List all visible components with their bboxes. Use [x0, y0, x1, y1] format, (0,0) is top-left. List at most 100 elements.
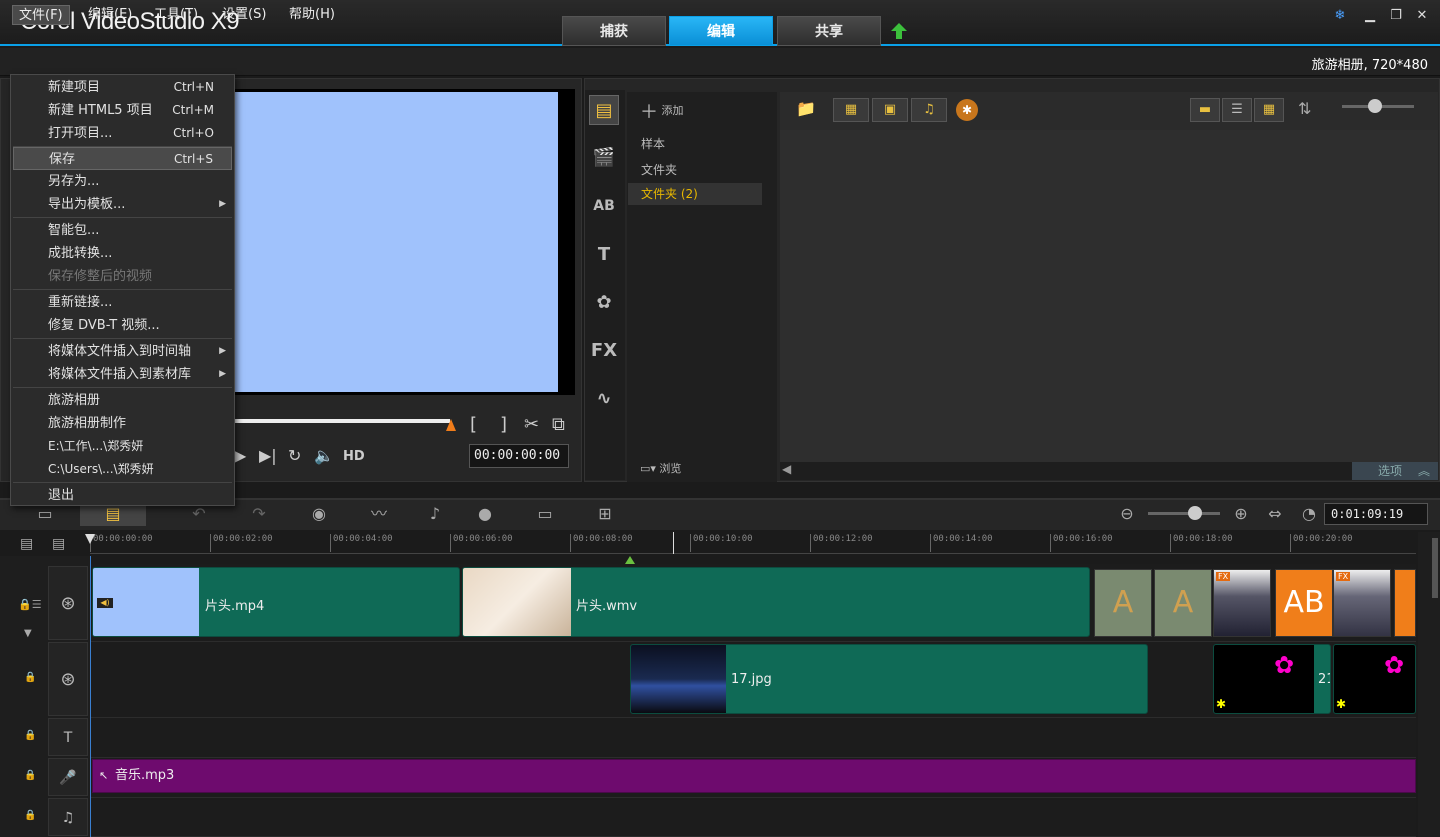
timeline-zoom-knob[interactable] — [1188, 506, 1202, 520]
title-track[interactable] — [90, 718, 1416, 758]
menu-item-export-template[interactable]: 导出为模板... ▶ — [13, 193, 232, 216]
snowflake-icon[interactable]: ❄ — [1330, 8, 1350, 24]
options-button[interactable]: 选项 ︽ — [1352, 462, 1438, 480]
hd-button[interactable]: HD — [343, 449, 365, 464]
title-track-header[interactable]: T — [48, 718, 88, 756]
menu-settings[interactable]: 设置(S) — [216, 5, 272, 25]
close-icon[interactable]: ✕ — [1412, 8, 1432, 24]
split-icon[interactable]: ✂ — [524, 414, 539, 435]
video-track-header[interactable]: ⊛ — [48, 566, 88, 640]
folder-item[interactable]: 文件夹 — [628, 159, 762, 181]
scroll-thumb[interactable] — [1432, 538, 1438, 598]
overlay-track-header[interactable]: ⊛ — [48, 642, 88, 716]
folder-item-selected[interactable]: 文件夹 (2) — [628, 183, 762, 205]
chapter-icon[interactable]: ▤ — [52, 536, 65, 552]
preview-image[interactable] — [231, 92, 558, 392]
multi-camera-icon[interactable]: ⊞ — [590, 502, 620, 526]
menu-item-recent-project[interactable]: E:\工作\...\郑秀妍 — [13, 435, 232, 458]
media-icon[interactable]: ▤ — [589, 95, 619, 125]
menu-item-open-project[interactable]: 打开项目... Ctrl+O — [13, 122, 232, 145]
chevron-down-icon[interactable]: ▼ — [24, 628, 32, 639]
sort-icon[interactable]: ⇅ — [1298, 99, 1311, 118]
browse-button[interactable]: ▭▾ 浏览 — [640, 460, 681, 476]
show-photo-icon[interactable]: ▣ — [872, 98, 908, 122]
playhead-line[interactable] — [673, 532, 674, 554]
fx-icon[interactable]: FX — [589, 336, 619, 366]
menu-item-new-project[interactable]: 新建项目 Ctrl+N — [13, 76, 232, 99]
menu-edit[interactable]: 编辑(E) — [82, 5, 138, 25]
transition-thumbnail[interactable]: A — [1154, 569, 1212, 637]
title-ab-icon[interactable]: AB — [589, 191, 619, 221]
voice-track-header[interactable]: 🎤 — [48, 758, 88, 796]
graphics-icon[interactable]: ✿ — [589, 288, 619, 318]
zoom-in-icon[interactable]: ⊕ — [1226, 502, 1256, 526]
menu-item-relink[interactable]: 重新链接... — [13, 291, 232, 314]
motion-tracking-icon[interactable]: ● — [470, 502, 500, 526]
track-manager-icon[interactable]: ▤ — [20, 536, 33, 552]
menu-item-save[interactable]: 保存 Ctrl+S — [13, 147, 232, 170]
timeline-timecode[interactable]: 0:01:09:19 — [1324, 503, 1428, 525]
preview-timecode[interactable]: 00:00:00:00 — [469, 444, 569, 468]
photo-thumbnail[interactable]: FX — [1213, 569, 1271, 637]
transition-thumbnail[interactable]: AB — [1275, 569, 1333, 637]
duration-clock-icon[interactable]: ◔ — [1294, 502, 1324, 526]
transition-thumbnail[interactable] — [1394, 569, 1416, 637]
library-scrollbar[interactable]: ◀ — [780, 462, 1438, 480]
library-content[interactable] — [780, 130, 1438, 462]
menu-item-repair-dvbt[interactable]: 修复 DVB-T 视频... — [13, 314, 232, 337]
path-icon[interactable]: ∿ — [589, 384, 619, 414]
scroll-left-icon[interactable]: ◀ — [782, 462, 791, 476]
lock-icon[interactable]: 🔒☰ — [18, 598, 42, 611]
menu-tools[interactable]: 工具(T) — [148, 5, 204, 25]
subtitle-editor-icon[interactable]: ▭ — [530, 502, 560, 526]
menu-item-insert-to-library[interactable]: 将媒体文件插入到素材库 ▶ — [13, 363, 232, 386]
folder-item[interactable]: 样本 — [628, 133, 762, 155]
menu-file[interactable]: 文件(F) — [12, 5, 70, 25]
menu-item-exit[interactable]: 退出 — [13, 484, 232, 507]
auto-music-icon[interactable]: ♪ — [420, 502, 450, 526]
view-thumbnail-icon[interactable]: ▬ — [1190, 98, 1220, 122]
lock-icon[interactable]: 🔒 — [24, 770, 36, 781]
menu-item-recent-project[interactable]: 旅游相册制作 — [13, 412, 232, 435]
zoom-out-icon[interactable]: ⊖ — [1112, 502, 1142, 526]
play-icon[interactable]: ▶ — [234, 446, 246, 465]
menu-item-new-html5-project[interactable]: 新建 HTML5 项目 Ctrl+M — [13, 99, 232, 122]
video-clip[interactable]: 片头.wmv — [462, 567, 1090, 637]
view-grid-icon[interactable]: ▦ — [1254, 98, 1284, 122]
lock-icon[interactable]: 🔒 — [24, 730, 36, 741]
upload-icon[interactable] — [890, 22, 908, 40]
redo-icon[interactable]: ↷ — [244, 502, 274, 526]
tab-edit[interactable]: 编辑 — [669, 16, 773, 46]
overlay-clip[interactable]: ✿✱ 21 — [1213, 644, 1331, 714]
start-marker-icon[interactable] — [85, 534, 95, 544]
text-t-icon[interactable]: T — [589, 240, 619, 270]
view-list-icon[interactable]: ☰ — [1222, 98, 1252, 122]
tab-capture[interactable]: 捕获 — [562, 16, 666, 46]
end-icon[interactable]: ▶| — [259, 446, 277, 465]
video-clip[interactable]: ◀) 片头.mp4 — [92, 567, 460, 637]
instant-project-icon[interactable]: 🎬 — [589, 143, 619, 173]
music-clip[interactable]: ↖ 音乐.mp3 — [92, 759, 1416, 793]
record-capture-icon[interactable]: ◉ — [304, 502, 334, 526]
scrubber-handle[interactable] — [446, 419, 456, 431]
menu-help[interactable]: 帮助(H) — [283, 5, 341, 25]
fit-project-icon[interactable]: ⇔ — [1260, 502, 1290, 526]
marker-icon[interactable] — [625, 556, 635, 564]
restore-icon[interactable]: ❐ — [1386, 8, 1406, 24]
menu-item-smart-package[interactable]: 智能包... — [13, 219, 232, 242]
transition-thumbnail[interactable]: A — [1094, 569, 1152, 637]
minimize-icon[interactable]: ▁ — [1360, 8, 1380, 24]
thumbnail-zoom-knob[interactable] — [1368, 99, 1382, 113]
mark-out-icon[interactable]: ] — [500, 414, 507, 435]
menu-item-save-trimmed-video[interactable]: 保存修整后的视频 — [13, 265, 232, 288]
enlarge-icon[interactable]: ⧉ — [552, 414, 565, 435]
music-track[interactable] — [90, 798, 1416, 837]
mark-in-icon[interactable]: [ — [470, 414, 477, 435]
music-track-header[interactable]: ♫ — [48, 798, 88, 836]
film-reel-icon[interactable]: ✱ — [956, 99, 978, 121]
menu-item-insert-to-timeline[interactable]: 将媒体文件插入到时间轴 ▶ — [13, 340, 232, 363]
timeline-scrollbar[interactable] — [1418, 532, 1440, 837]
menu-item-save-as[interactable]: 另存为... — [13, 170, 232, 193]
repeat-icon[interactable]: ↻ — [288, 446, 301, 465]
overlay-clip[interactable]: ✿ ✱ — [1333, 644, 1416, 714]
